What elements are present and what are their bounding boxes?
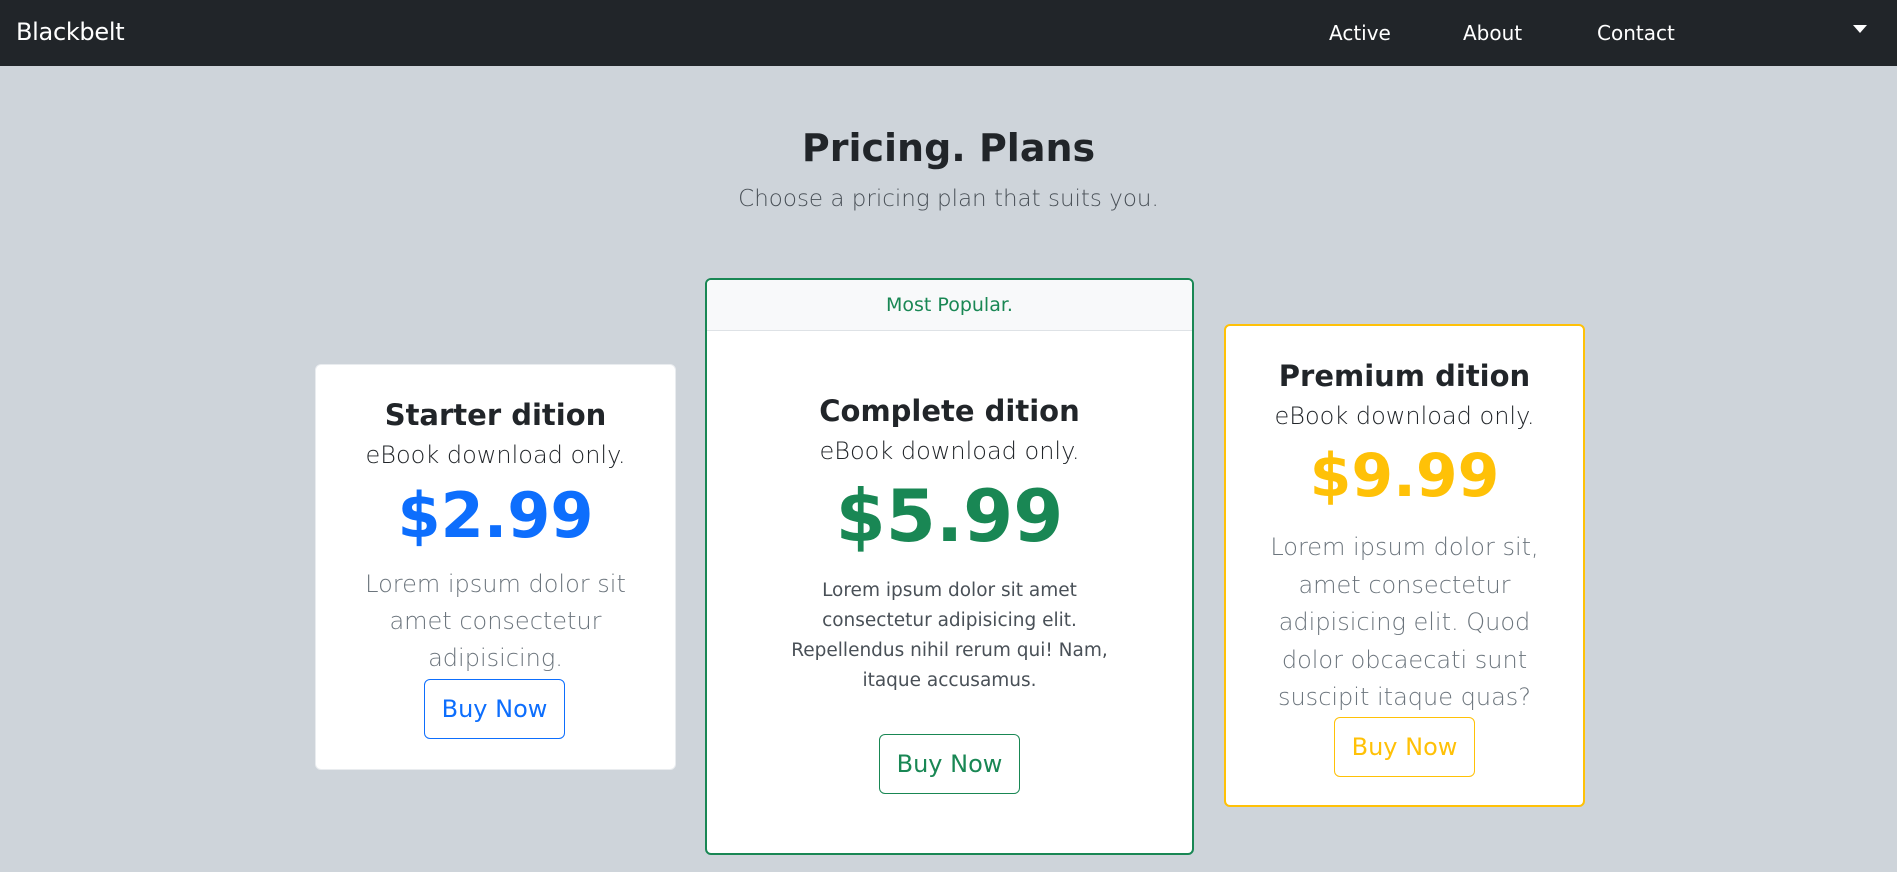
- pricing-card-premium: Premium dition eBook download only. $9.9…: [1224, 324, 1585, 807]
- navbar-brand[interactable]: Blackbelt: [16, 17, 125, 47]
- navbar: Blackbelt Active About Contact: [0, 0, 1897, 66]
- buy-now-button-starter[interactable]: Buy Now: [424, 679, 565, 739]
- plan-description: Lorem ipsum dolor sit amet consectetur a…: [791, 580, 1108, 691]
- pricing-card-starter: Starter dition eBook download only. $2.9…: [315, 364, 676, 770]
- plan-subtitle: eBook download only.: [819, 437, 1080, 465]
- plan-title: Starter dition: [384, 398, 607, 432]
- plan-price: $2.99: [397, 479, 594, 552]
- caret-down-icon[interactable]: [1853, 25, 1867, 33]
- nav-link-active[interactable]: Active: [1329, 20, 1391, 46]
- page-title: Pricing. Plans: [801, 126, 1096, 170]
- plan-price: $9.99: [1309, 441, 1500, 511]
- most-popular-badge: Most Popular.: [707, 280, 1192, 331]
- buy-now-button-complete[interactable]: Buy Now: [879, 734, 1020, 794]
- pricing-card-complete: Most Popular. Complete dition eBook down…: [705, 278, 1194, 855]
- plan-title: Complete dition: [819, 394, 1080, 428]
- plan-title: Premium dition: [1278, 359, 1531, 393]
- nav-link-contact[interactable]: Contact: [1597, 20, 1675, 46]
- buy-now-button-premium[interactable]: Buy Now: [1334, 717, 1475, 777]
- page-subtitle: Choose a pricing plan that suits you.: [738, 186, 1159, 212]
- nav-link-about[interactable]: About: [1463, 20, 1522, 46]
- plan-description: Lorem ipsum dolor sit, amet consectetur …: [1270, 533, 1539, 711]
- plan-subtitle: eBook download only.: [1274, 402, 1535, 430]
- plan-description: Lorem ipsum dolor sit amet consectetur a…: [365, 570, 626, 672]
- plan-subtitle: eBook download only.: [365, 441, 626, 469]
- plan-price: $5.99: [835, 474, 1064, 558]
